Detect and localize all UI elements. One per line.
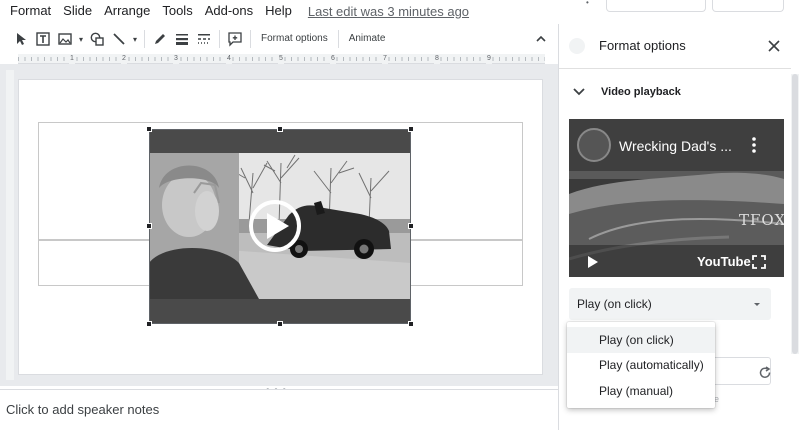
caret-down-icon[interactable] bbox=[751, 298, 763, 310]
play-icon[interactable] bbox=[587, 256, 599, 268]
fullscreen-icon[interactable] bbox=[752, 255, 766, 269]
ruler-number: 1 bbox=[69, 54, 75, 64]
line-dropdown-caret-icon[interactable]: ▾ bbox=[130, 28, 140, 50]
comment-icon[interactable] bbox=[224, 28, 246, 50]
dropdown-option-on-click[interactable]: Play (on click) bbox=[567, 327, 715, 353]
image-dropdown-caret-icon[interactable]: ▾ bbox=[76, 28, 86, 50]
dropdown-option-manual[interactable]: Play (manual) bbox=[567, 378, 715, 404]
toolbar-divider bbox=[219, 30, 220, 48]
refresh-icon[interactable] bbox=[758, 366, 772, 380]
toolbar: ▾ ▾ Format options Animate bbox=[10, 28, 555, 50]
ruler-number: 5 bbox=[278, 54, 284, 64]
top-button-right[interactable] bbox=[712, 0, 784, 12]
horizontal-ruler: 1 2 3 4 5 6 7 8 9 bbox=[18, 54, 545, 64]
panel-title: Format options bbox=[599, 38, 686, 53]
video-object[interactable] bbox=[149, 129, 411, 324]
ruler-number: 9 bbox=[486, 54, 492, 64]
resize-handle[interactable] bbox=[408, 321, 414, 327]
resize-handle[interactable] bbox=[146, 223, 152, 229]
more-vert-icon[interactable] bbox=[749, 135, 759, 155]
panel-divider bbox=[559, 68, 791, 69]
line-icon[interactable] bbox=[108, 28, 130, 50]
resize-handle[interactable] bbox=[277, 126, 283, 132]
toolbar-divider bbox=[144, 30, 145, 48]
border-dash-icon[interactable] bbox=[193, 28, 215, 50]
textbox-icon[interactable] bbox=[32, 28, 54, 50]
menu-arrange[interactable]: Arrange bbox=[98, 0, 156, 22]
video-playback-section-header[interactable]: Video playback bbox=[569, 82, 681, 102]
ruler-number: 6 bbox=[330, 54, 336, 64]
menu-format[interactable]: Format bbox=[0, 0, 57, 22]
youtube-logo: YouTube bbox=[697, 254, 751, 269]
speaker-notes-placeholder[interactable]: Click to add speaker notes bbox=[6, 402, 159, 417]
channel-avatar bbox=[577, 128, 611, 162]
video-scene-image bbox=[149, 153, 411, 299]
resize-handle[interactable] bbox=[408, 126, 414, 132]
ruler-number: 4 bbox=[226, 54, 232, 64]
menu-tools[interactable]: Tools bbox=[156, 0, 198, 22]
close-icon[interactable] bbox=[765, 37, 783, 55]
play-mode-dropdown: Play (on click) Play (automatically) Pla… bbox=[567, 322, 715, 408]
panel-icon bbox=[569, 38, 585, 54]
section-label: Video playback bbox=[601, 86, 681, 98]
chevron-down-icon[interactable] bbox=[569, 82, 589, 102]
menu-addons[interactable]: Add-ons bbox=[199, 0, 259, 22]
ruler-number: 8 bbox=[434, 54, 440, 64]
slides-editor: Format Slide Arrange Tools Add-ons Help … bbox=[0, 0, 800, 430]
toolbar-divider bbox=[337, 30, 339, 48]
select-icon[interactable] bbox=[10, 28, 32, 50]
ruler-number: 2 bbox=[121, 54, 127, 64]
video-watermark: TFOX bbox=[739, 211, 784, 229]
resize-handle[interactable] bbox=[146, 321, 152, 327]
speaker-notes[interactable]: Click to add speaker notes bbox=[0, 389, 560, 430]
border-weight-icon[interactable] bbox=[171, 28, 193, 50]
video-frame bbox=[149, 153, 411, 299]
last-edit-link[interactable]: Last edit was 3 minutes ago bbox=[308, 4, 469, 19]
resize-handle[interactable] bbox=[408, 223, 414, 229]
play-mode-select[interactable]: Play (on click) bbox=[569, 288, 771, 320]
menu-slide[interactable]: Slide bbox=[57, 0, 98, 22]
video-title: Wrecking Dad's ... bbox=[619, 138, 732, 154]
top-button-left[interactable] bbox=[606, 0, 706, 12]
resize-handle[interactable] bbox=[146, 126, 152, 132]
resize-handle[interactable] bbox=[277, 321, 283, 327]
pen-icon[interactable] bbox=[149, 28, 171, 50]
vertical-ruler bbox=[6, 70, 14, 380]
format-options-button[interactable]: Format options bbox=[255, 28, 334, 50]
ruler-number: 7 bbox=[382, 54, 388, 64]
collapse-toolbar-icon[interactable] bbox=[534, 32, 548, 46]
shape-icon[interactable] bbox=[86, 28, 108, 50]
animate-button[interactable]: Animate bbox=[343, 28, 392, 50]
dropdown-option-automatically[interactable]: Play (automatically) bbox=[567, 352, 715, 378]
menu-help[interactable]: Help bbox=[259, 0, 298, 22]
ruler-number: 3 bbox=[173, 54, 179, 64]
video-thumbnail[interactable]: Wrecking Dad's ... TFOX YouTube bbox=[569, 119, 784, 277]
play-mode-value: Play (on click) bbox=[577, 297, 652, 311]
panel-scrollbar[interactable] bbox=[791, 74, 799, 354]
scrollbar-thumb[interactable] bbox=[792, 74, 798, 354]
image-icon[interactable] bbox=[54, 28, 76, 50]
toolbar-divider bbox=[250, 30, 251, 48]
top-dots-icon: • bbox=[586, 0, 589, 7]
